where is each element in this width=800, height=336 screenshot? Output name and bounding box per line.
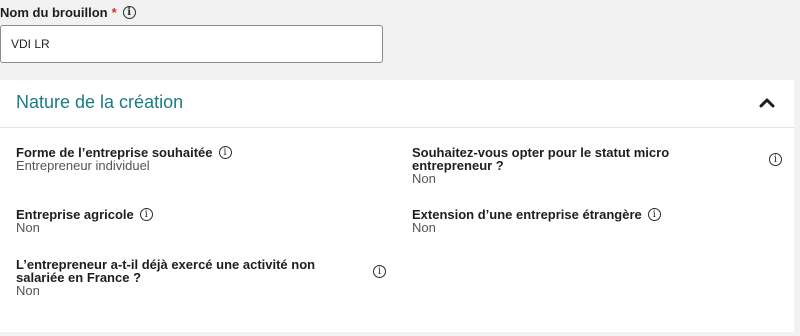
draft-name-value: VDI LR bbox=[11, 37, 50, 51]
panel-title: Nature de la création bbox=[16, 92, 184, 112]
info-icon[interactable]: i bbox=[139, 208, 153, 221]
field-label-row: Souhaitez-vous opter pour le statut micr… bbox=[412, 146, 782, 172]
field-company-form: Forme de l’entreprise souhaitée i Entrep… bbox=[16, 146, 386, 173]
draft-name-section: Nom du brouillon * i VDI LR bbox=[0, 0, 800, 80]
info-icon[interactable]: i bbox=[647, 208, 661, 221]
draft-name-label: Nom du brouillon bbox=[0, 5, 108, 20]
creation-nature-panel: Nature de la création Forme de l’entrepr… bbox=[0, 80, 794, 332]
field-foreign-extension: Extension d’une entreprise étrangère i N… bbox=[412, 208, 782, 235]
field-label-row: L’entrepreneur a-t-il déjà exercé une ac… bbox=[16, 258, 386, 284]
field-label: L’entrepreneur a-t-il déjà exercé une ac… bbox=[16, 257, 316, 285]
info-icon[interactable]: i bbox=[373, 265, 386, 278]
info-icon[interactable]: i bbox=[769, 153, 782, 166]
required-mark: * bbox=[111, 5, 117, 20]
field-value: Non bbox=[412, 220, 436, 235]
field-micro-entrepreneur: Souhaitez-vous opter pour le statut micr… bbox=[412, 146, 782, 186]
info-icon[interactable]: i bbox=[122, 6, 136, 19]
field-label: Souhaitez-vous opter pour le statut micr… bbox=[412, 145, 670, 173]
draft-name-label-row: Nom du brouillon * i bbox=[0, 5, 136, 20]
field-prior-activity: L’entrepreneur a-t-il déjà exercé une ac… bbox=[16, 258, 386, 298]
field-value: Non bbox=[16, 220, 40, 235]
field-value: Non bbox=[16, 283, 40, 298]
panel-header[interactable]: Nature de la création bbox=[0, 80, 794, 128]
field-value: Entrepreneur individuel bbox=[16, 158, 150, 173]
chevron-up-icon[interactable] bbox=[758, 94, 776, 112]
info-icon[interactable]: i bbox=[218, 146, 232, 159]
field-label: Extension d’une entreprise étrangère bbox=[412, 207, 642, 222]
field-agricultural: Entreprise agricole i Non bbox=[16, 208, 386, 235]
field-label-row: Extension d’une entreprise étrangère i bbox=[412, 208, 782, 221]
field-value: Non bbox=[412, 171, 436, 186]
draft-name-input[interactable]: VDI LR bbox=[0, 25, 383, 63]
field-label-row: Entreprise agricole i bbox=[16, 208, 386, 221]
